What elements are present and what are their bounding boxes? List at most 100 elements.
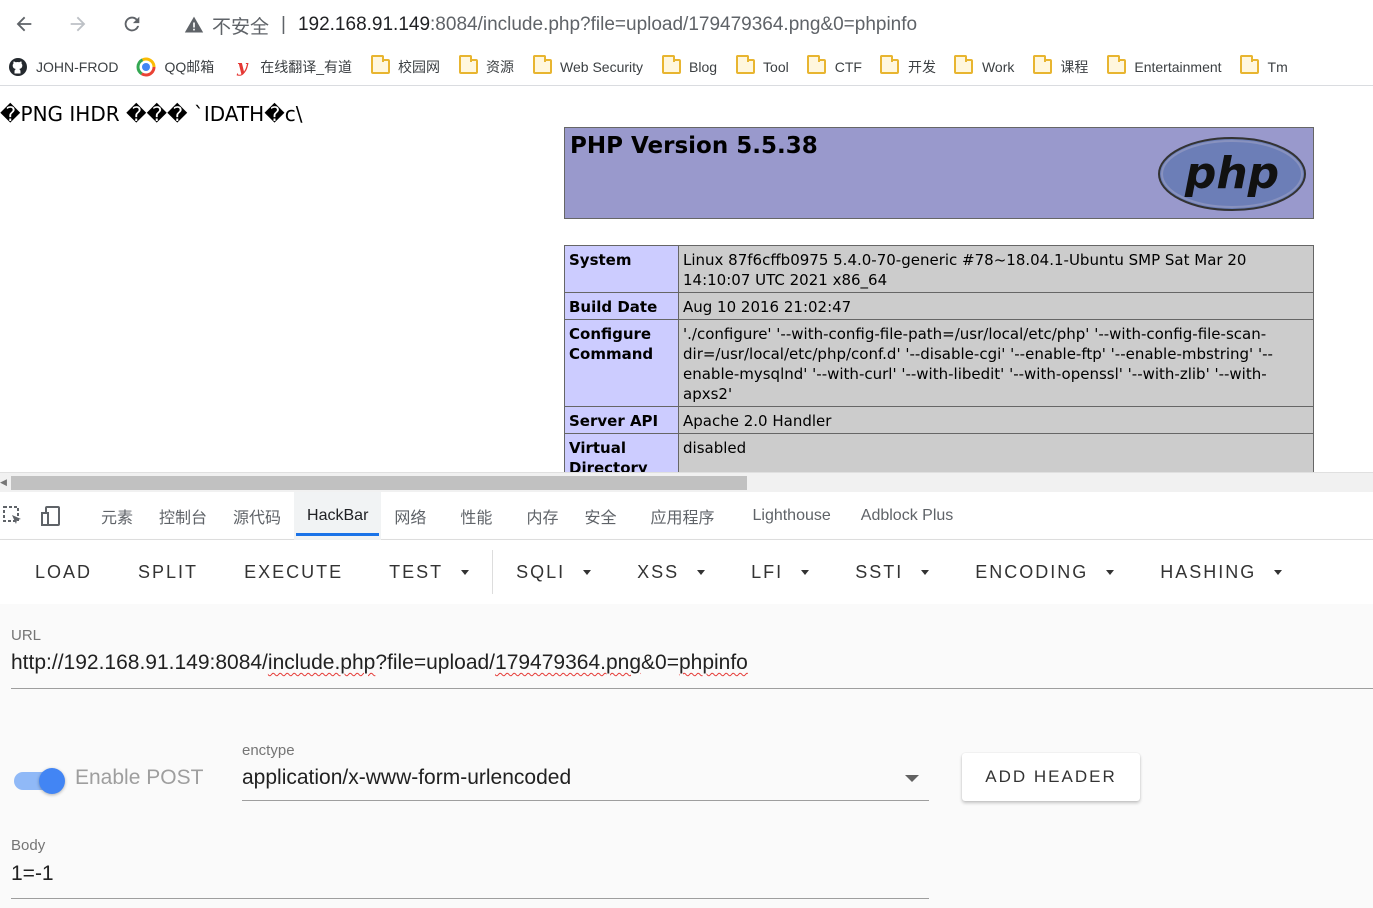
page-content: �PNG IHDR ��� `IDATH�c\ PHP Version 5.5.…: [0, 90, 1373, 472]
phpinfo-container: PHP Version 5.5.38 php System Linux 87f6…: [564, 127, 1314, 472]
url-part: ?file=upload/: [375, 651, 496, 674]
test-dropdown[interactable]: TEST: [366, 540, 492, 604]
tab-application[interactable]: 应用程序: [637, 492, 727, 540]
xss-dropdown[interactable]: XSS: [614, 540, 728, 604]
dropdown-arrow-icon[interactable]: [905, 775, 919, 782]
caret-down-icon: [1274, 569, 1283, 575]
url-host: 192.168.91.149: [297, 14, 431, 35]
folder-icon: [370, 55, 390, 76]
tab-sources[interactable]: 源代码: [220, 492, 294, 540]
load-button[interactable]: LOAD: [0, 540, 115, 604]
folder-icon: [954, 55, 974, 76]
url-field[interactable]: http://192.168.91.149:8084/include.php?f…: [11, 651, 748, 675]
folder-icon: [661, 55, 681, 76]
bookmark-item[interactable]: y 在线翻译_有道: [232, 56, 353, 77]
bookmark-label: 开发: [907, 58, 936, 75]
bookmark-label: CTF: [834, 58, 862, 75]
load-label: LOAD: [35, 561, 93, 582]
enable-post-toggle[interactable]: [14, 768, 66, 794]
body-field-label: Body: [11, 837, 46, 854]
add-header-button[interactable]: ADD HEADER: [962, 753, 1140, 801]
bookmark-folder[interactable]: Entertainment: [1106, 55, 1222, 76]
bookmark-label: Blog: [689, 58, 718, 75]
url-field-label: URL: [11, 627, 42, 644]
bookmark-folder[interactable]: Blog: [661, 55, 718, 76]
bookmark-label: 在线翻译_有道: [260, 58, 353, 75]
url-part-misspelled: phpinfo: [678, 651, 748, 674]
bookmark-folder[interactable]: 课程: [1032, 55, 1088, 77]
ssti-dropdown[interactable]: SSTI: [832, 540, 952, 604]
bookmark-folder[interactable]: 校园网: [370, 55, 441, 77]
folder-icon: [1032, 55, 1052, 76]
tab-lighthouse[interactable]: Lighthouse: [739, 492, 843, 540]
back-button[interactable]: [4, 4, 44, 44]
tab-console[interactable]: 控制台: [146, 492, 220, 540]
split-button[interactable]: SPLIT: [115, 540, 221, 604]
sqli-dropdown[interactable]: SQLI: [493, 540, 614, 604]
tab-security[interactable]: 安全: [571, 492, 629, 540]
caret-down-icon: [461, 569, 470, 575]
encoding-dropdown[interactable]: ENCODING: [952, 540, 1137, 604]
bookmark-label: Tm: [1267, 58, 1288, 75]
bookmark-folder[interactable]: Tool: [735, 55, 789, 76]
enctype-underline: [242, 800, 929, 801]
info-value: Aug 10 2016 21:02:47: [678, 292, 1314, 320]
table-row: Build Date Aug 10 2016 21:02:47: [564, 292, 1314, 320]
bookmark-label: 校园网: [398, 58, 441, 75]
bookmark-folder[interactable]: Tm: [1240, 55, 1288, 76]
hashing-label: HASHING: [1160, 561, 1257, 582]
info-key: System: [564, 245, 679, 293]
address-bar[interactable]: 不安全 | 192.168.91.149 :8084/include.php?f…: [170, 6, 1370, 44]
bookmark-folder[interactable]: Work: [954, 55, 1015, 76]
bookmark-folder[interactable]: Web Security: [532, 55, 643, 76]
sqli-label: SQLI: [516, 561, 566, 582]
bookmark-label: Work: [981, 58, 1015, 75]
caret-down-icon: [921, 569, 930, 575]
body-field[interactable]: 1=-1: [11, 862, 54, 886]
forward-arrow-icon: [70, 16, 86, 32]
hackbar-menu: LOAD SPLIT EXECUTE TEST SQLI XSS LFI SST…: [0, 540, 1373, 604]
tab-performance[interactable]: 性能: [447, 492, 505, 540]
device-toolbar-icon[interactable]: [38, 503, 64, 529]
table-row: Server API Apache 2.0 Handler: [564, 406, 1314, 434]
bookmark-item[interactable]: JOHN-FROD: [8, 57, 118, 76]
table-row: Virtual Directory Support disabled: [564, 433, 1314, 472]
forward-button[interactable]: [58, 4, 98, 44]
scroll-left-arrow-icon[interactable]: ◀: [0, 477, 7, 488]
caret-down-icon: [583, 569, 592, 575]
info-key: Configure Command: [564, 319, 679, 407]
caret-down-icon: [1106, 569, 1115, 575]
reload-button[interactable]: [112, 4, 152, 44]
reload-icon: [124, 16, 140, 32]
bookmark-label: 资源: [486, 58, 515, 75]
bookmark-folder[interactable]: CTF: [807, 55, 862, 76]
scrollbar-thumb[interactable]: [11, 476, 747, 490]
bookmark-folder[interactable]: 开发: [880, 55, 936, 77]
url-part-misspelled: 179479364.png: [495, 651, 642, 674]
back-arrow-icon: [16, 16, 32, 32]
lfi-dropdown[interactable]: LFI: [728, 540, 832, 604]
enctype-select[interactable]: application/x-www-form-urlencoded: [242, 766, 571, 790]
url-part-misspelled: include.php: [267, 651, 376, 674]
execute-button[interactable]: EXECUTE: [221, 540, 366, 604]
tab-hackbar[interactable]: HackBar: [294, 491, 382, 540]
table-row: System Linux 87f6cffb0975 5.4.0-70-gener…: [564, 245, 1314, 293]
tab-network[interactable]: 网络: [381, 492, 439, 540]
tab-elements[interactable]: 元素: [88, 492, 146, 540]
phpinfo-header: PHP Version 5.5.38 php: [564, 127, 1314, 219]
tab-memory[interactable]: 内存: [513, 492, 571, 540]
inspect-element-icon[interactable]: [0, 503, 26, 529]
tab-adblock-plus[interactable]: Adblock Plus: [848, 492, 967, 540]
caret-down-icon: [801, 569, 810, 575]
folder-icon: [880, 55, 900, 76]
php-logo[interactable]: php: [1157, 136, 1307, 217]
lfi-label: LFI: [751, 561, 784, 582]
encoding-label: ENCODING: [975, 561, 1089, 582]
bookmark-folder[interactable]: 资源: [458, 55, 515, 77]
info-key: Virtual Directory Support: [564, 433, 679, 472]
hashing-dropdown[interactable]: HASHING: [1137, 540, 1305, 604]
info-value: disabled: [678, 433, 1314, 472]
horizontal-scrollbar[interactable]: ◀: [0, 472, 1373, 492]
bookmark-item[interactable]: QQ邮箱: [136, 57, 214, 77]
raw-png-bytes: �PNG IHDR ��� `IDATH�c\: [0, 102, 303, 126]
